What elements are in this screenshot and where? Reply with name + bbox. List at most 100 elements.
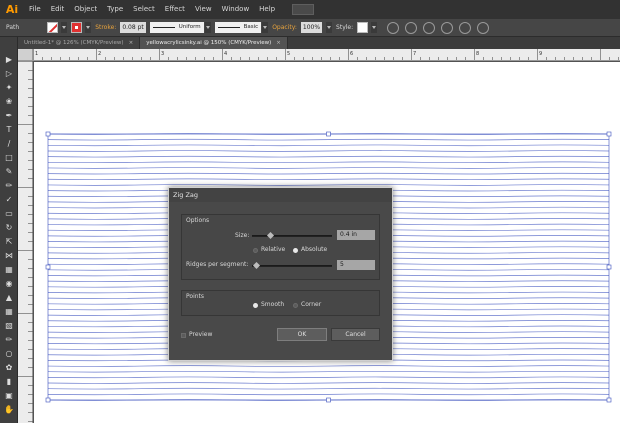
zigzag-line[interactable] <box>47 150 610 152</box>
menu-object[interactable]: Object <box>69 0 102 19</box>
graphic-style-swatch[interactable] <box>357 22 369 33</box>
lasso-tool-icon[interactable]: ❀ <box>3 97 15 107</box>
zigzag-line[interactable] <box>47 178 610 181</box>
resize-handle[interactable] <box>45 397 51 403</box>
selection-tool-icon[interactable]: ▶ <box>3 55 15 65</box>
gradient-tool-icon[interactable]: ▧ <box>3 321 15 331</box>
smooth-radio[interactable] <box>253 303 258 308</box>
transform-icon[interactable] <box>423 21 436 34</box>
arrange-icon[interactable] <box>459 21 472 34</box>
free-transform-tool-icon[interactable]: ▦ <box>3 265 15 275</box>
smooth-label[interactable]: Smooth <box>261 301 284 308</box>
resize-handle[interactable] <box>606 131 612 137</box>
zigzag-line[interactable] <box>47 144 610 147</box>
workspace-switcher-icon[interactable] <box>292 4 315 15</box>
relative-label[interactable]: Relative <box>261 246 285 253</box>
shape-builder-tool-icon[interactable]: ◉ <box>3 279 15 289</box>
zigzag-line[interactable] <box>47 167 610 169</box>
menu-window[interactable]: Window <box>217 0 255 19</box>
perspective-grid-tool-icon[interactable]: ▲ <box>3 293 15 303</box>
artboard-tool-icon[interactable]: ▣ <box>3 391 15 401</box>
vertical-ruler[interactable] <box>18 61 33 423</box>
ok-button[interactable]: OK <box>277 328 327 341</box>
ridges-field[interactable]: 5 <box>337 260 375 270</box>
eraser-tool-icon[interactable]: ▭ <box>3 209 15 219</box>
zigzag-line[interactable] <box>47 376 610 379</box>
stroke-weight-field[interactable]: 0.08 pt <box>120 22 146 33</box>
eyedropper-tool-icon[interactable]: ✏ <box>3 335 15 345</box>
absolute-radio[interactable] <box>293 248 298 253</box>
size-slider-knob[interactable] <box>266 231 274 240</box>
opacity-label[interactable]: Opacity: <box>272 24 297 31</box>
blob-brush-tool-icon[interactable]: ✓ <box>3 195 15 205</box>
mesh-tool-icon[interactable]: ▦ <box>3 307 15 317</box>
absolute-label[interactable]: Absolute <box>301 246 327 253</box>
recolor-artwork-icon[interactable] <box>387 21 400 34</box>
resize-handle[interactable] <box>326 397 331 403</box>
isolate-icon[interactable] <box>441 21 454 34</box>
profile-dropdown-icon[interactable] <box>204 22 211 33</box>
zigzag-line[interactable] <box>47 365 610 367</box>
zigzag-line[interactable] <box>47 161 610 164</box>
opacity-dropdown-icon[interactable] <box>326 22 333 33</box>
line-tool-icon[interactable]: ∕ <box>3 139 15 149</box>
blend-tool-icon[interactable]: ○ <box>3 349 15 359</box>
ridges-slider-track[interactable] <box>252 265 332 267</box>
dialog-title[interactable]: Zig Zag <box>169 188 392 202</box>
horizontal-ruler[interactable]: 1 2 3 4 5 6 7 8 9 <box>33 49 620 61</box>
fill-dropdown-icon[interactable] <box>61 22 68 33</box>
stroke-dropdown-icon[interactable] <box>85 22 92 33</box>
rectangle-tool-icon[interactable]: □ <box>3 153 15 163</box>
resize-handle[interactable] <box>606 397 612 403</box>
zigzag-line[interactable] <box>47 155 610 158</box>
menu-help[interactable]: Help <box>254 0 280 19</box>
ruler-origin[interactable] <box>18 49 33 61</box>
direct-selection-tool-icon[interactable]: ▷ <box>3 69 15 79</box>
zigzag-line[interactable] <box>47 387 610 390</box>
stroke-swatch[interactable] <box>71 22 83 33</box>
pen-tool-icon[interactable]: ✒ <box>3 111 15 121</box>
style-dropdown-icon[interactable] <box>371 22 378 33</box>
tab-untitled[interactable]: Untitled-1* @ 126% (CMYK/Preview) × <box>18 37 141 49</box>
menu-type[interactable]: Type <box>102 0 128 19</box>
panel-menu-icon[interactable] <box>477 21 490 34</box>
preview-checkbox[interactable] <box>181 333 186 338</box>
symbol-sprayer-tool-icon[interactable]: ✿ <box>3 363 15 373</box>
preview-label[interactable]: Preview <box>189 331 212 338</box>
zigzag-line[interactable] <box>47 370 610 373</box>
variable-width-profile[interactable]: Uniform <box>149 22 204 33</box>
menu-view[interactable]: View <box>190 0 217 19</box>
resize-handle[interactable] <box>326 131 331 137</box>
menu-effect[interactable]: Effect <box>160 0 190 19</box>
size-slider-track[interactable] <box>252 235 332 237</box>
pencil-tool-icon[interactable]: ✏ <box>3 181 15 191</box>
magic-wand-tool-icon[interactable]: ✦ <box>3 83 15 93</box>
type-tool-icon[interactable]: T <box>3 125 15 135</box>
close-icon[interactable]: × <box>276 37 281 49</box>
paintbrush-tool-icon[interactable]: ✎ <box>3 167 15 177</box>
relative-radio[interactable] <box>253 248 258 253</box>
resize-handle[interactable] <box>45 131 51 137</box>
corner-label[interactable]: Corner <box>301 301 321 308</box>
zigzag-line[interactable] <box>47 184 610 186</box>
zigzag-line[interactable] <box>47 172 610 175</box>
resize-handle[interactable] <box>606 264 612 270</box>
menu-select[interactable]: Select <box>128 0 160 19</box>
brush-dropdown-icon[interactable] <box>262 22 269 33</box>
menu-file[interactable]: File <box>24 0 46 19</box>
ridges-slider-knob[interactable] <box>252 261 261 270</box>
scale-tool-icon[interactable]: ⇱ <box>3 237 15 247</box>
graph-tool-icon[interactable]: ▮ <box>3 377 15 387</box>
zigzag-line[interactable] <box>47 393 610 396</box>
cancel-button[interactable]: Cancel <box>331 328 380 341</box>
stroke-label[interactable]: Stroke: <box>95 24 116 31</box>
close-icon[interactable]: × <box>129 37 134 49</box>
fill-swatch[interactable] <box>47 22 59 33</box>
resize-handle[interactable] <box>45 264 51 270</box>
width-tool-icon[interactable]: ⋈ <box>3 251 15 261</box>
rotate-tool-icon[interactable]: ↻ <box>3 223 15 233</box>
align-icon[interactable] <box>405 21 418 34</box>
corner-radio[interactable] <box>293 303 298 308</box>
tab-yellowacrylicsinky[interactable]: yellowacrylicsinky.ai @ 150% (CMYK/Previ… <box>140 37 288 49</box>
size-field[interactable]: 0.4 in <box>337 230 375 240</box>
